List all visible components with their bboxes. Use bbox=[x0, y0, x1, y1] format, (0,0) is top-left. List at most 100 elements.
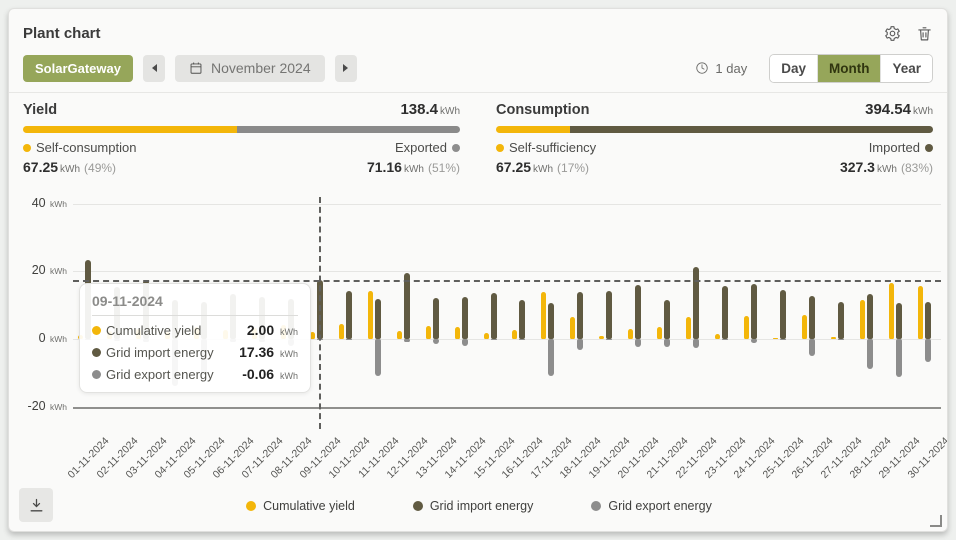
bar-yield[interactable] bbox=[368, 291, 373, 339]
legend-yield-dot-icon bbox=[246, 501, 256, 511]
bar-import[interactable] bbox=[635, 285, 641, 339]
bar-export[interactable] bbox=[664, 339, 670, 347]
exported-dot-icon bbox=[452, 144, 460, 152]
imported-label: Imported bbox=[869, 140, 920, 155]
bar-export[interactable] bbox=[722, 339, 728, 340]
bar-import[interactable] bbox=[433, 298, 439, 339]
bar-export[interactable] bbox=[548, 339, 554, 376]
legend-yield-label: Cumulative yield bbox=[263, 499, 355, 513]
bar-yield[interactable] bbox=[802, 315, 807, 339]
bar-yield[interactable] bbox=[541, 292, 546, 339]
bar-import[interactable] bbox=[867, 294, 873, 339]
prev-period-button[interactable] bbox=[143, 55, 165, 82]
view-month-button[interactable]: Month bbox=[817, 55, 880, 82]
bar-export[interactable] bbox=[867, 339, 873, 369]
bar-export[interactable] bbox=[606, 339, 612, 340]
bar-yield[interactable] bbox=[570, 317, 575, 339]
bar-import[interactable] bbox=[404, 273, 410, 339]
bar-export[interactable] bbox=[635, 339, 641, 347]
calendar-icon bbox=[189, 61, 203, 75]
download-button[interactable] bbox=[19, 488, 53, 522]
consumption-title: Consumption bbox=[496, 102, 589, 118]
bar-export[interactable] bbox=[462, 339, 468, 346]
bar-yield[interactable] bbox=[512, 330, 517, 339]
chart-tooltip: 09-11-2024 Cumulative yield 2.00 kWh Gri… bbox=[79, 283, 311, 393]
bar-import[interactable] bbox=[606, 291, 612, 339]
view-year-button[interactable]: Year bbox=[880, 55, 932, 82]
bar-yield[interactable] bbox=[686, 317, 691, 339]
settings-gear-icon[interactable] bbox=[883, 24, 901, 42]
bar-import[interactable] bbox=[462, 297, 468, 339]
bar-import[interactable] bbox=[548, 303, 554, 339]
bar-export[interactable] bbox=[519, 339, 525, 340]
resize-handle[interactable] bbox=[930, 515, 942, 527]
bar-yield[interactable] bbox=[455, 327, 460, 339]
bar-import[interactable] bbox=[722, 286, 728, 339]
gridline bbox=[73, 407, 941, 409]
y-axis-tick: 0 kWh bbox=[15, 331, 67, 345]
bar-import[interactable] bbox=[896, 303, 902, 339]
bar-yield[interactable] bbox=[484, 333, 489, 339]
bar-yield[interactable] bbox=[889, 283, 894, 339]
bar-import[interactable] bbox=[809, 296, 815, 339]
bar-yield[interactable] bbox=[426, 326, 431, 339]
tooltip-row-export: Grid export energy -0.06 kWh bbox=[92, 366, 298, 382]
imported-value: 327.3kWh(83%) bbox=[840, 159, 933, 175]
bar-export[interactable] bbox=[896, 339, 902, 377]
yield-total: 138.4kWh bbox=[400, 101, 460, 118]
bar-import[interactable] bbox=[693, 267, 699, 339]
bar-export[interactable] bbox=[404, 339, 410, 342]
bar-import[interactable] bbox=[375, 299, 381, 339]
bar-yield[interactable] bbox=[918, 286, 923, 339]
bar-import[interactable] bbox=[925, 302, 931, 339]
bar-import[interactable] bbox=[838, 302, 844, 339]
bar-import[interactable] bbox=[346, 291, 352, 339]
bar-import[interactable] bbox=[751, 284, 757, 339]
next-period-button[interactable] bbox=[335, 55, 357, 82]
consumption-summary: Consumption 394.54kWh Self-sufficiency I… bbox=[496, 101, 933, 175]
chart-legend: Cumulative yield Grid import energy Grid… bbox=[9, 499, 948, 513]
bar-yield[interactable] bbox=[657, 327, 662, 339]
crosshair-horizontal bbox=[73, 280, 941, 282]
yield-progress-bar bbox=[23, 126, 460, 133]
bar-import[interactable] bbox=[519, 300, 525, 339]
legend-grid-export[interactable]: Grid export energy bbox=[591, 499, 712, 513]
bar-yield[interactable] bbox=[599, 336, 604, 339]
bar-export[interactable] bbox=[433, 339, 439, 344]
view-day-button[interactable]: Day bbox=[770, 55, 817, 82]
bar-yield[interactable] bbox=[397, 331, 402, 339]
bar-yield[interactable] bbox=[860, 300, 865, 339]
date-picker-label: November 2024 bbox=[211, 60, 311, 76]
exported-label: Exported bbox=[395, 140, 447, 155]
bar-export[interactable] bbox=[751, 339, 757, 343]
date-picker-button[interactable]: November 2024 bbox=[175, 55, 325, 82]
bar-yield[interactable] bbox=[715, 334, 720, 339]
bar-import[interactable] bbox=[491, 293, 497, 339]
bar-export[interactable] bbox=[577, 339, 583, 350]
bar-yield[interactable] bbox=[831, 337, 836, 339]
bar-import[interactable] bbox=[664, 300, 670, 339]
bar-yield[interactable] bbox=[628, 329, 633, 339]
self-sufficiency-dot-icon bbox=[496, 144, 504, 152]
y-axis-tick: -20 kWh bbox=[15, 399, 67, 413]
gridline bbox=[73, 271, 941, 272]
legend-cumulative-yield[interactable]: Cumulative yield bbox=[246, 499, 355, 513]
tooltip-export-label: Grid export energy bbox=[106, 367, 214, 382]
bar-import[interactable] bbox=[780, 290, 786, 339]
bar-export[interactable] bbox=[925, 339, 931, 362]
bar-export[interactable] bbox=[809, 339, 815, 356]
bar-export[interactable] bbox=[491, 339, 497, 340]
gateway-chip-button[interactable]: SolarGateway bbox=[23, 55, 133, 82]
delete-trash-icon[interactable] bbox=[915, 24, 933, 42]
legend-grid-import[interactable]: Grid import energy bbox=[413, 499, 534, 513]
imported-dot-icon bbox=[925, 144, 933, 152]
bar-export[interactable] bbox=[693, 339, 699, 348]
clock-icon bbox=[695, 61, 709, 75]
bar-yield[interactable] bbox=[744, 316, 749, 339]
bar-import[interactable] bbox=[577, 292, 583, 339]
stats-row: Yield 138.4kWh Self-consumption Exported… bbox=[23, 101, 933, 175]
bar-export[interactable] bbox=[375, 339, 381, 376]
bar-yield[interactable] bbox=[339, 324, 344, 339]
chart-plot[interactable]: 40 kWh20 kWh0 kWh-20 kWh01-11-202402-11-… bbox=[9, 191, 948, 491]
gridline bbox=[73, 204, 941, 205]
